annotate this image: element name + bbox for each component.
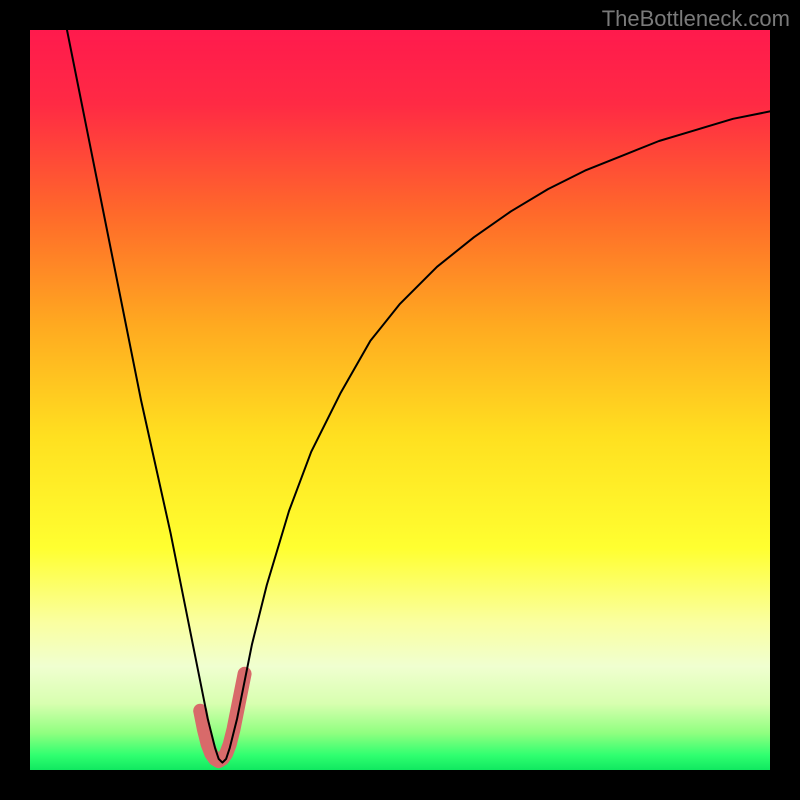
watermark: TheBottleneck.com <box>602 6 790 32</box>
chart-container <box>30 30 770 770</box>
bottleneck-chart <box>30 30 770 770</box>
